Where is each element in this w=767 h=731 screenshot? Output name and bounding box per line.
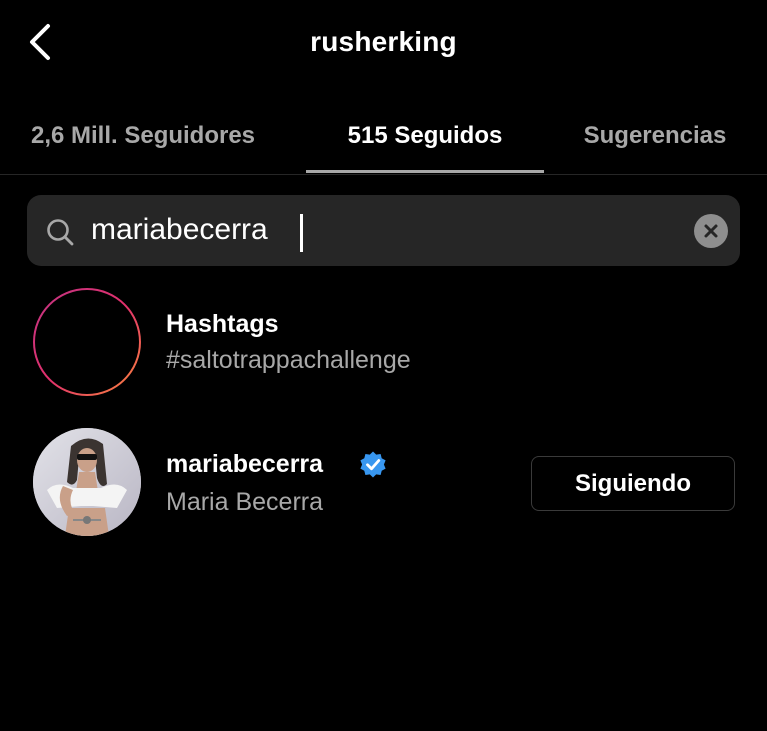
search-icon <box>47 219 74 246</box>
clear-search-button[interactable] <box>694 214 728 248</box>
verified-badge-icon <box>360 451 386 478</box>
tab-suggestions[interactable]: Sugerencias <box>560 100 750 172</box>
result-subtitle: #saltotrappachallenge <box>166 346 411 374</box>
close-icon <box>704 224 718 238</box>
hashtag-icon <box>59 308 115 378</box>
active-tab-indicator <box>306 170 544 173</box>
result-subtitle: Maria Becerra <box>166 488 323 516</box>
user-result[interactable]: mariabecerra Maria Becerra Siguiendo <box>0 428 767 538</box>
search-input[interactable] <box>91 209 671 251</box>
text-cursor <box>300 214 303 252</box>
tab-bar: 2,6 Mill. Seguidores 515 Seguidos Sugere… <box>0 100 767 175</box>
page-title: rusherking <box>310 26 457 57</box>
tab-followers[interactable]: 2,6 Mill. Seguidores <box>0 100 286 172</box>
hashtag-avatar <box>33 288 141 396</box>
tab-following[interactable]: 515 Seguidos <box>306 100 544 172</box>
result-title: Hashtags <box>166 310 279 338</box>
top-bar: rusherking <box>0 0 767 90</box>
hashtag-result[interactable]: Hashtags #saltotrappachallenge <box>0 288 767 398</box>
profile-photo <box>33 428 141 536</box>
avatar <box>33 428 141 536</box>
result-title: mariabecerra <box>166 450 324 478</box>
search-bar[interactable] <box>27 195 740 266</box>
following-button[interactable]: Siguiendo <box>531 456 735 511</box>
